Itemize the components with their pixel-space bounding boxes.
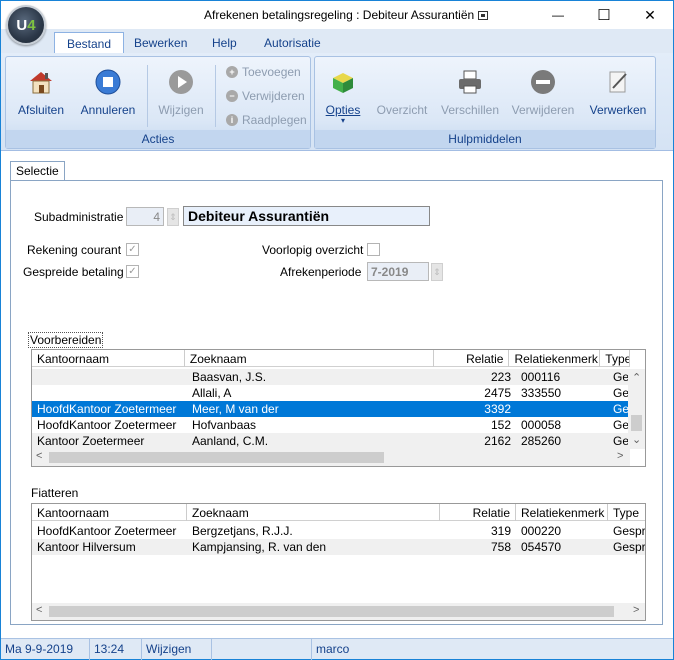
edit-document-icon — [603, 67, 633, 97]
table-row[interactable]: HoofdKantoor Zoetermeer Hofvanbaas 152 0000… — [32, 417, 630, 433]
verwijderen-button[interactable]: Verwijderen — [509, 67, 577, 117]
column-header-zoeknaam[interactable]: Zoeknaam — [187, 504, 440, 521]
status-date: Ma 9-9-2019 — [1, 639, 90, 660]
delete-icon — [528, 67, 558, 97]
content-area: Selectie Subadministratie 4 ⇕ Debiteur A… — [1, 152, 673, 634]
ribbon-separator — [147, 65, 148, 127]
column-header-kantoornaam[interactable]: Kantoornaam — [32, 350, 185, 367]
play-icon — [166, 67, 196, 97]
menu-bar: Bestand Bewerken Help Autorisatie — [1, 29, 673, 53]
rekening-courant-checkbox[interactable]: ✓ — [126, 243, 139, 256]
scrollbar-thumb[interactable] — [49, 452, 384, 463]
table-row[interactable]: Kantoor Hilversum Kampjansing, R. van den… — [32, 539, 645, 555]
printer-icon — [455, 67, 485, 97]
ribbon-separator — [215, 65, 216, 127]
minimize-button[interactable]: — — [535, 1, 581, 29]
raadplegen-button[interactable]: i Raadplegen — [226, 113, 307, 127]
table-row[interactable]: HoofdKantoor Zoetermeer Bergzetjans, R.J.… — [32, 523, 645, 539]
column-header-relatiekenmerk[interactable]: Relatiekenmerk — [509, 350, 601, 367]
scroll-right-icon[interactable]: > — [633, 604, 639, 616]
verwerken-button[interactable]: Verwerken — [587, 67, 649, 117]
ribbon-group-acties: Afsluiten Annuleren Wijzigen + Toevoegen … — [5, 56, 311, 149]
subadministratie-label: Subadministratie — [34, 210, 124, 224]
table-row[interactable]: Kantoor Zoetermeer Aanland, C.M. 2162 28526… — [32, 433, 630, 449]
title-bar: Afrekenen betalingsregeling : Debiteur A… — [1, 1, 673, 29]
stop-icon — [93, 67, 123, 97]
afrekenperiode-label: Afrekenperiode — [280, 265, 362, 279]
subadministratie-naam-field[interactable]: Debiteur Assurantiën — [183, 206, 430, 226]
column-header-relatie[interactable]: Relatie — [440, 504, 516, 521]
status-mode: Wijzigen — [142, 639, 212, 660]
ribbon-group-hulpmiddelen: Opties ▾ Overzicht Verschillen Verwijder… — [314, 56, 656, 149]
fiatteren-header: Kantoornaam Zoeknaam Relatie Relatiekenm… — [32, 504, 645, 521]
options-cube-icon — [328, 67, 358, 97]
close-button[interactable]: ✕ — [627, 1, 673, 29]
application-window: Afrekenen betalingsregeling : Debiteur A… — [0, 0, 674, 660]
fiatteren-label: Fiatteren — [31, 486, 79, 500]
status-user: marco — [316, 642, 350, 656]
rekening-courant-label: Rekening courant — [27, 243, 122, 257]
window-title: Afrekenen betalingsregeling : Debiteur A… — [204, 8, 489, 22]
column-header-type[interactable]: Type — [600, 350, 630, 367]
subadministratie-nr-field[interactable]: 4 — [126, 207, 164, 226]
column-header-relatie[interactable]: Relatie — [434, 350, 510, 367]
fiatteren-horizontal-scrollbar[interactable]: < > — [32, 603, 645, 620]
voorbereiden-vertical-scrollbar[interactable]: ⌃ ⌄ — [628, 369, 645, 449]
scroll-left-icon[interactable]: < — [36, 450, 42, 462]
add-icon: + — [226, 66, 238, 78]
afrekenperiode-field[interactable]: 7-2019 — [367, 262, 429, 281]
menu-tab-autorisatie[interactable]: Autorisatie — [252, 32, 333, 53]
menu-tab-help[interactable]: Help — [200, 32, 249, 53]
voorbereiden-header: Kantoornaam Zoeknaam Relatie Relatiekenm… — [32, 350, 630, 367]
house-icon — [26, 67, 56, 97]
scrollbar-thumb[interactable] — [49, 606, 614, 617]
table-row[interactable]: Baasvan, J.S. 223 000116 Ge — [32, 369, 630, 385]
gespreide-betaling-checkbox[interactable]: ✓ — [126, 265, 139, 278]
scroll-down-icon[interactable]: ⌄ — [632, 433, 641, 446]
scrollbar-thumb[interactable] — [631, 415, 642, 431]
verwijderen-small-button[interactable]: − Verwijderen — [226, 89, 305, 103]
group-label-acties: Acties — [6, 130, 310, 148]
menu-tab-bewerken[interactable]: Bewerken — [122, 32, 199, 53]
voorbereiden-label: Voorbereiden — [28, 332, 104, 348]
overzicht-button[interactable]: Overzicht — [373, 103, 431, 117]
app-logo[interactable]: U4 — [6, 5, 46, 45]
voorlopig-overzicht-checkbox[interactable] — [367, 243, 380, 256]
voorbereiden-grid[interactable]: Kantoornaam Zoeknaam Relatie Relatiekenm… — [31, 349, 646, 467]
toevoegen-button[interactable]: + Toevoegen — [226, 65, 301, 79]
opties-button[interactable]: Opties ▾ — [321, 67, 365, 125]
maximize-button[interactable]: ☐ — [581, 1, 627, 29]
column-header-zoeknaam[interactable]: Zoeknaam — [185, 350, 435, 367]
remove-icon: − — [226, 90, 238, 102]
subadministratie-lookup-button[interactable]: ⇕ — [167, 208, 179, 226]
status-time: 13:24 — [90, 639, 142, 660]
status-bar: Ma 9-9-2019 13:24 Wijzigen marco — [1, 638, 673, 660]
table-row-selected[interactable]: HoofdKantoor Zoetermeer Meer, M van der 33… — [32, 401, 630, 417]
table-row[interactable]: Allali, A 2475 333550 Ge — [32, 385, 630, 401]
menu-tab-bestand[interactable]: Bestand — [54, 32, 125, 53]
selectie-panel: Subadministratie 4 ⇕ Debiteur Assurantië… — [10, 180, 663, 625]
status-empty — [212, 639, 312, 660]
voorbereiden-horizontal-scrollbar[interactable]: < > — [32, 449, 630, 466]
gespreide-betaling-label: Gespreide betaling — [23, 265, 124, 279]
voorlopig-overzicht-label: Voorlopig overzicht — [262, 243, 364, 257]
window-state-icon[interactable] — [478, 11, 489, 20]
afrekenperiode-lookup-button[interactable]: ⇕ — [431, 263, 443, 281]
fiatteren-grid[interactable]: Kantoornaam Zoeknaam Relatie Relatiekenm… — [31, 503, 646, 621]
column-header-relatiekenmerk[interactable]: Relatiekenmerk — [516, 504, 608, 521]
tab-selectie[interactable]: Selectie — [10, 161, 65, 181]
scroll-left-icon[interactable]: < — [36, 604, 42, 616]
afsluiten-button[interactable]: Afsluiten — [14, 67, 68, 117]
verschillen-button[interactable]: Verschillen — [439, 67, 501, 117]
scroll-right-icon[interactable]: > — [617, 450, 623, 462]
column-header-type[interactable]: Type — [608, 504, 645, 521]
opties-dropdown-arrow[interactable]: ▾ — [321, 117, 365, 125]
ribbon: Afsluiten Annuleren Wijzigen + Toevoegen … — [1, 53, 673, 151]
info-icon: i — [226, 114, 238, 126]
column-header-kantoornaam[interactable]: Kantoornaam — [32, 504, 187, 521]
group-label-hulpmiddelen: Hulpmiddelen — [315, 130, 655, 148]
wijzigen-button[interactable]: Wijzigen — [154, 67, 208, 117]
annuleren-button[interactable]: Annuleren — [78, 67, 138, 117]
scroll-up-icon[interactable]: ⌃ — [632, 371, 641, 384]
